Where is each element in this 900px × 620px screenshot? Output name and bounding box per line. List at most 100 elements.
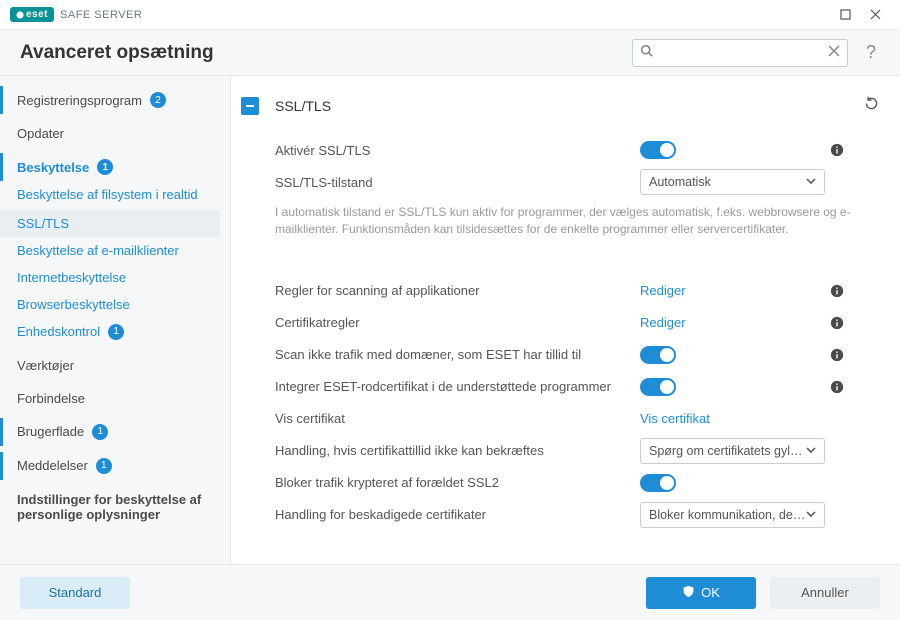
row-cert-rules: Certifikatregler Rediger — [241, 307, 880, 339]
toggle-trust-domains[interactable] — [640, 346, 676, 364]
row-label: Bloker trafik krypteret af forældet SSL2 — [275, 475, 640, 490]
link-edit-scan-rules[interactable]: Rediger — [640, 283, 686, 298]
sidebar-item-label: Beskyttelse af filsystem i realtid — [17, 187, 198, 202]
link-edit-cert-rules[interactable]: Rediger — [640, 315, 686, 330]
info-icon[interactable] — [825, 348, 849, 362]
sidebar-item-browserbeskyttelse[interactable]: Browserbeskyttelse — [0, 291, 220, 318]
brand-text: eset — [26, 9, 48, 20]
sidebar-item-label: Internetbeskyttelse — [17, 270, 126, 285]
sidebar-item-label: Enhedskontrol — [17, 324, 100, 339]
sidebar-item-forbindelse[interactable]: Forbindelse — [0, 385, 220, 412]
select-damaged-cert[interactable]: Bloker kommunikation, der b... — [640, 502, 825, 528]
row-label: Scan ikke trafik med domæner, som ESET h… — [275, 347, 640, 362]
sidebar-badge: 1 — [96, 458, 112, 474]
help-button[interactable]: ? — [862, 42, 880, 63]
select-untrusted-action[interactable]: Spørg om certifikatets gyldi... — [640, 438, 825, 464]
search-clear-icon[interactable] — [828, 44, 840, 62]
header: Avanceret opsætning ? — [0, 30, 900, 76]
titlebar: eset SAFE SERVER — [0, 0, 900, 30]
row-damaged-cert: Handling for beskadigede certifikater Bl… — [241, 499, 880, 531]
search-icon — [640, 44, 653, 62]
section-header: SSL/TLS — [241, 86, 880, 126]
search-input[interactable] — [632, 39, 848, 67]
sidebar-item-label: Beskyttelse — [17, 160, 89, 175]
sidebar-item-opdater[interactable]: Opdater — [0, 120, 220, 147]
window-maximize-button[interactable] — [830, 0, 860, 30]
cancel-button[interactable]: Annuller — [770, 577, 880, 609]
sidebar-item-label: Værktøjer — [17, 358, 74, 373]
sidebar-item-label: Forbindelse — [17, 391, 85, 406]
sidebar-item-label: Brugerflade — [17, 424, 84, 439]
sidebar-item-label: Meddelelser — [17, 458, 88, 473]
row-label: Vis certifikat — [275, 411, 640, 426]
sidebar-item-emailklienter[interactable]: Beskyttelse af e-mailklienter — [0, 237, 220, 264]
info-icon[interactable] — [825, 143, 849, 157]
sidebar-item-ssltls[interactable]: SSL/TLS — [0, 210, 220, 237]
content-pane: SSL/TLS Aktivér SSL/TLS SSL/TLS-tilstand… — [230, 76, 900, 564]
chevron-down-icon — [806, 508, 816, 522]
ok-button[interactable]: OK — [646, 577, 756, 609]
row-trust-domains: Scan ikke trafik med domæner, som ESET h… — [241, 339, 880, 371]
default-button[interactable]: Standard — [20, 577, 130, 609]
info-icon[interactable] — [825, 316, 849, 330]
sidebar-item-registreringsprogram[interactable]: Registreringsprogram 2 — [0, 86, 220, 114]
sidebar-item-brugerflade[interactable]: Brugerflade 1 — [0, 418, 220, 446]
row-label: Handling, hvis certifikattillid ikke kan… — [275, 443, 640, 458]
row-view-cert: Vis certifikat Vis certifikat — [241, 403, 880, 435]
row-root-cert: Integrer ESET-rodcertifikat i de underst… — [241, 371, 880, 403]
row-untrusted-action: Handling, hvis certifikattillid ikke kan… — [241, 435, 880, 467]
toggle-root-cert[interactable] — [640, 378, 676, 396]
button-label: Standard — [49, 585, 102, 600]
sidebar-item-meddelelser[interactable]: Meddelelser 1 — [0, 452, 220, 480]
toggle-enable-ssltls[interactable] — [640, 141, 676, 159]
section-title: SSL/TLS — [275, 98, 331, 114]
select-ssltls-mode[interactable]: Automatisk — [640, 169, 825, 195]
link-view-cert[interactable]: Vis certifikat — [640, 411, 710, 426]
shield-icon — [682, 585, 695, 601]
row-label: Integrer ESET-rodcertifikat i de underst… — [275, 379, 640, 394]
select-value: Spørg om certifikatets gyldi... — [649, 444, 806, 458]
logo: eset SAFE SERVER — [10, 7, 142, 22]
button-label: OK — [701, 585, 720, 600]
sidebar-item-internetbeskyttelse[interactable]: Internetbeskyttelse — [0, 264, 220, 291]
sidebar-item-label: Registreringsprogram — [17, 93, 142, 108]
window-close-button[interactable] — [860, 0, 890, 30]
product-name: SAFE SERVER — [60, 9, 142, 21]
brand-badge: eset — [10, 7, 54, 22]
row-label: Certifikatregler — [275, 315, 640, 330]
sidebar-item-filsystem[interactable]: Beskyttelse af filsystem i realtid — [0, 181, 220, 210]
sidebar-item-label: Browserbeskyttelse — [17, 297, 130, 312]
toggle-block-ssl2[interactable] — [640, 474, 676, 492]
sidebar-badge: 1 — [108, 324, 124, 340]
chevron-down-icon — [806, 444, 816, 458]
sidebar-badge: 1 — [92, 424, 108, 440]
footer: Standard OK Annuller — [0, 564, 900, 620]
sidebar-item-beskyttelse[interactable]: Beskyttelse 1 — [0, 153, 220, 181]
page-title: Avanceret opsætning — [20, 42, 214, 64]
sidebar-badge: 1 — [97, 159, 113, 175]
sidebar-item-privacy[interactable]: Indstillinger for beskyttelse af personl… — [0, 486, 220, 528]
row-scan-rules: Regler for scanning af applikationer Red… — [241, 275, 880, 307]
sidebar-item-label: SSL/TLS — [17, 216, 69, 231]
button-label: Annuller — [801, 585, 849, 600]
row-ssltls-mode: SSL/TLS-tilstand Automatisk — [241, 166, 880, 198]
sidebar-badge: 2 — [150, 92, 166, 108]
sidebar-item-enhedskontrol[interactable]: Enhedskontrol 1 — [0, 318, 220, 346]
sidebar-item-vaerktojer[interactable]: Værktøjer — [0, 352, 220, 379]
chevron-down-icon — [806, 175, 816, 189]
reset-icon[interactable] — [863, 95, 880, 117]
info-icon[interactable] — [825, 380, 849, 394]
select-value: Automatisk — [649, 175, 711, 189]
row-label: Handling for beskadigede certifikater — [275, 507, 640, 522]
row-enable-ssltls: Aktivér SSL/TLS — [241, 134, 880, 166]
sidebar: Registreringsprogram 2 Opdater Beskyttel… — [0, 76, 230, 564]
row-label: Aktivér SSL/TLS — [275, 143, 640, 158]
mode-description: I automatisk tilstand er SSL/TLS kun akt… — [241, 198, 880, 253]
row-label: SSL/TLS-tilstand — [275, 175, 640, 190]
sidebar-item-label: Indstillinger for beskyttelse af personl… — [17, 492, 206, 522]
collapse-toggle[interactable] — [241, 97, 259, 115]
sidebar-item-label: Opdater — [17, 126, 64, 141]
search-field[interactable] — [632, 39, 848, 67]
info-icon[interactable] — [825, 284, 849, 298]
row-label: Regler for scanning af applikationer — [275, 283, 640, 298]
